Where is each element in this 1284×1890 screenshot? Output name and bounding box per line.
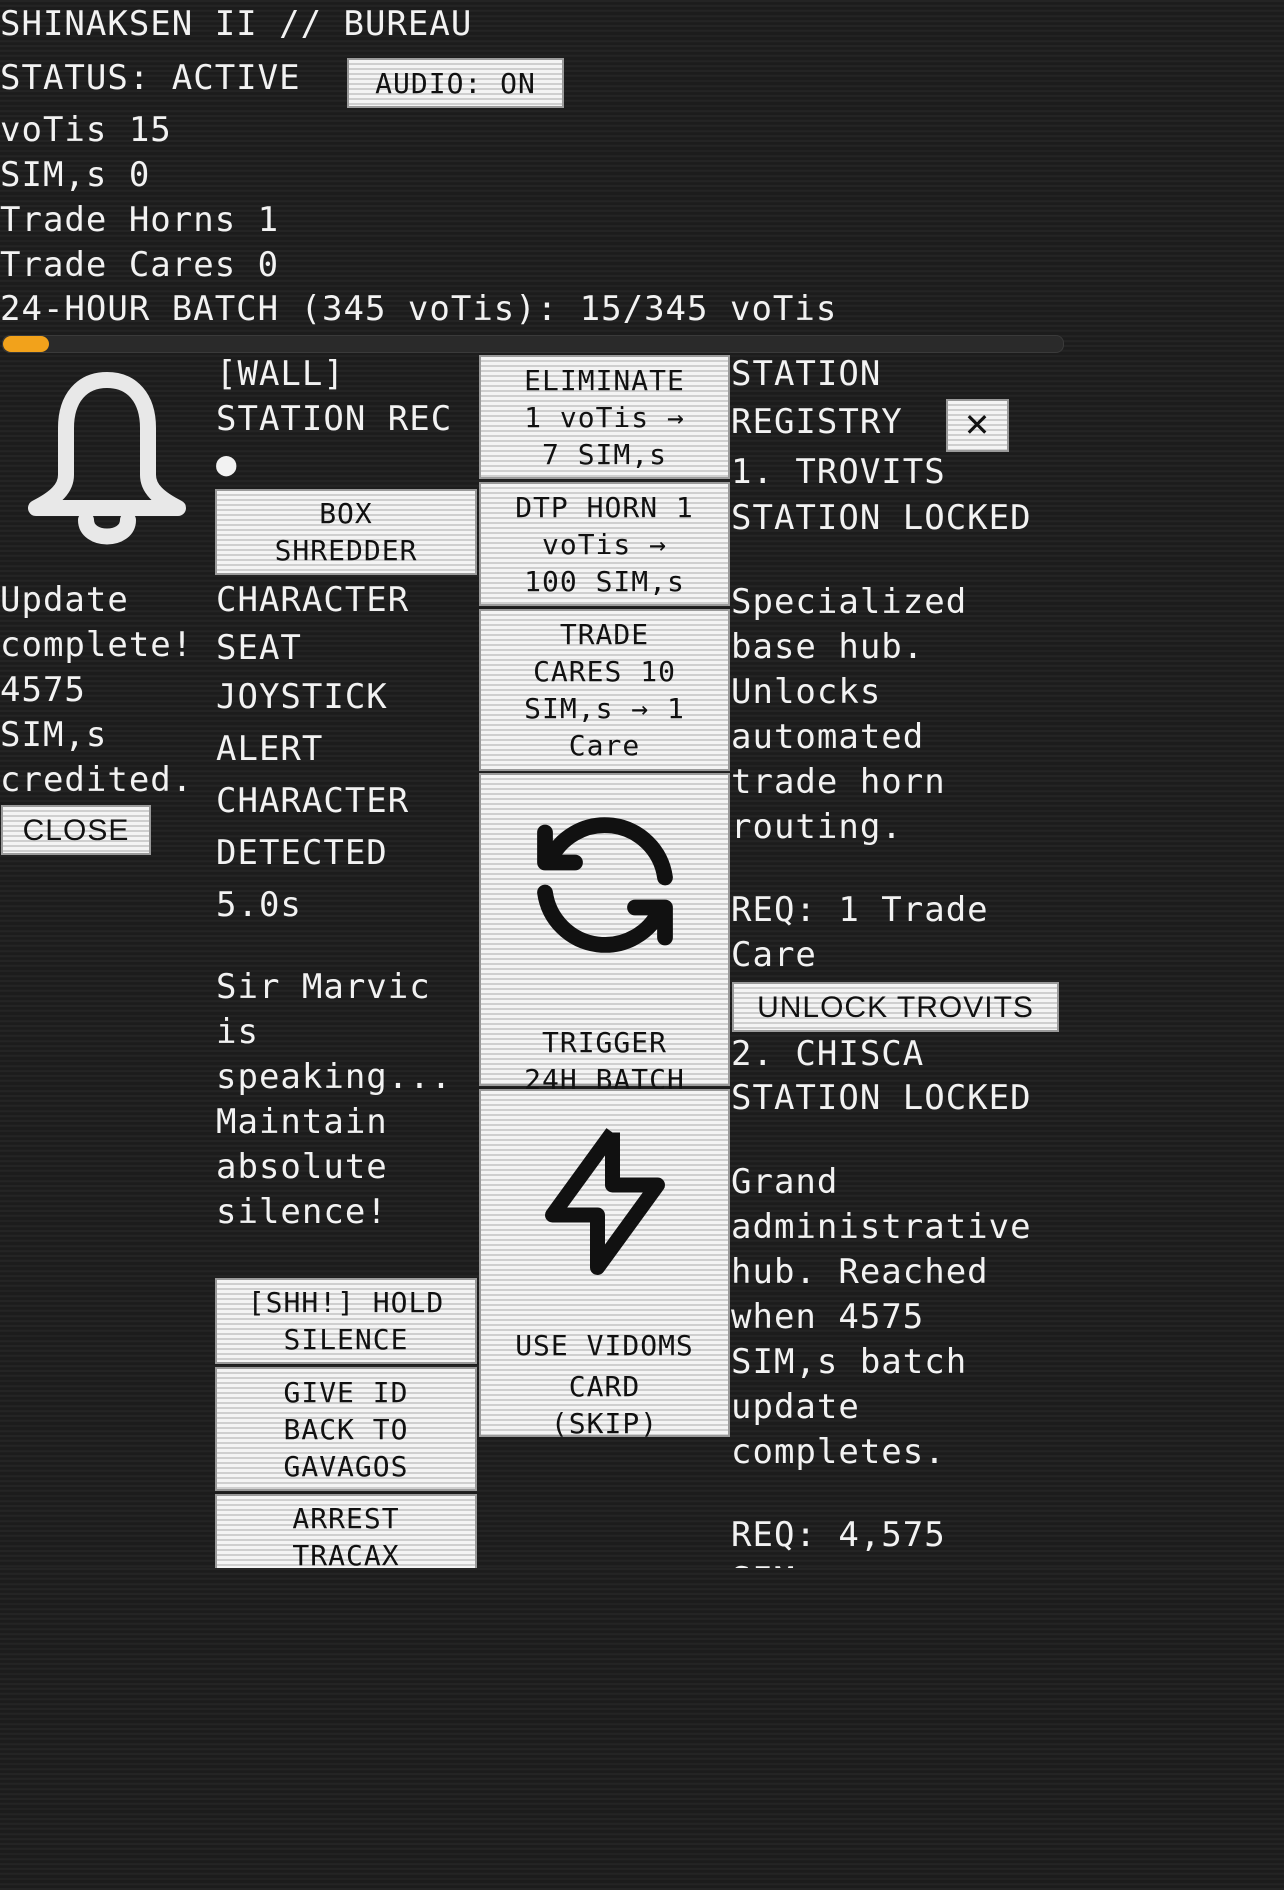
- trade-cares-count: Trade Cares 0: [0, 245, 280, 285]
- wall-item: CHARACTER: [216, 781, 410, 821]
- station-1-description: Specialized base hub. Unlocks automated …: [731, 582, 968, 847]
- wall-heading: [WALL]: [216, 354, 345, 394]
- status-text: STATUS: ACTIVE: [0, 58, 301, 98]
- speaker-message: Sir Marvic is speaking... Maintain absol…: [216, 967, 453, 1232]
- wall-indicator-dot: ●: [216, 444, 238, 484]
- registry-title-line2: REGISTRY: [731, 402, 903, 442]
- batch-progress-bar: [2, 335, 1064, 353]
- audio-toggle-button[interactable]: AUDIO: ON: [347, 58, 564, 108]
- box-shredder-button[interactable]: BOX SHREDDER: [215, 489, 477, 575]
- station-1-title: 1. TROVITS: [731, 452, 946, 492]
- lightning-icon: [515, 1105, 695, 1304]
- sims-count: SIM,s 0: [0, 155, 151, 195]
- station-2-status: STATION LOCKED: [731, 1078, 1032, 1118]
- wall-item: JOYSTICK: [216, 677, 388, 717]
- votis-count: voTis 15: [0, 110, 172, 150]
- trade-horns-count: Trade Horns 1: [0, 200, 280, 240]
- trigger-batch-button[interactable]: TRIGGER 24H BATCH: [479, 773, 730, 1096]
- unlock-trovits-button[interactable]: UNLOCK TROVITS: [732, 982, 1059, 1032]
- notification-message: Update complete! 4575 SIM,s credited.: [0, 580, 194, 800]
- wall-item: CHARACTER: [216, 580, 410, 620]
- station-2-description: Grand administrative hub. Reached when 4…: [731, 1162, 1032, 1472]
- station-2-requirement: REQ: 4,575: [731, 1515, 946, 1555]
- station-2-title: 2. CHISCA: [731, 1034, 925, 1074]
- registry-title-line1: STATION: [731, 354, 882, 394]
- station-rec-label: STATION REC: [216, 399, 453, 439]
- close-notification-button[interactable]: CLOSE: [1, 805, 151, 855]
- station-1-requirement: REQ: 1 Trade: [731, 890, 989, 930]
- use-vidoms-card-button[interactable]: USE VIDOMS CARD (SKIP): [479, 1089, 730, 1440]
- station-1-status: STATION LOCKED: [731, 498, 1032, 538]
- station-2-requirement-cont: SIM: [731, 1558, 795, 1568]
- batch-label: 24-HOUR BATCH (345 voTis): 15/345 voTis: [0, 289, 838, 329]
- give-id-button[interactable]: GIVE ID BACK TO GAVAGOS: [215, 1367, 477, 1491]
- app-title: SHINAKSEN II // BUREAU: [0, 4, 473, 44]
- trade-cares-button[interactable]: TRADE CARES 10 SIM,s → 1 Care: [479, 609, 730, 771]
- wall-item: DETECTED: [216, 833, 388, 873]
- batch-progress-fill: [3, 336, 50, 352]
- arrest-tracax-button[interactable]: ARREST TRACAX: [215, 1494, 477, 1568]
- timer-value: 5.0s: [216, 885, 302, 925]
- station-1-requirement-cont: Care: [731, 935, 817, 975]
- bell-icon: [22, 370, 192, 555]
- app-frame: SHINAKSEN II // BUREAU STATUS: ACTIVE AU…: [0, 0, 1065, 1568]
- wall-item: SEAT: [216, 628, 302, 668]
- dtp-horn-button[interactable]: DTP HORN 1 voTis → 100 SIM,s: [479, 482, 730, 606]
- close-icon[interactable]: ✕: [946, 399, 1009, 452]
- hold-silence-button[interactable]: [SHH!] HOLD SILENCE: [215, 1278, 477, 1364]
- wall-item: ALERT: [216, 729, 324, 769]
- eliminate-button[interactable]: ELIMINATE 1 voTis → 7 SIM,s: [479, 355, 730, 479]
- refresh-icon: [515, 795, 695, 984]
- wall-status-list: CHARACTER SEAT JOYSTICK ALERT CHARACTER …: [216, 576, 409, 931]
